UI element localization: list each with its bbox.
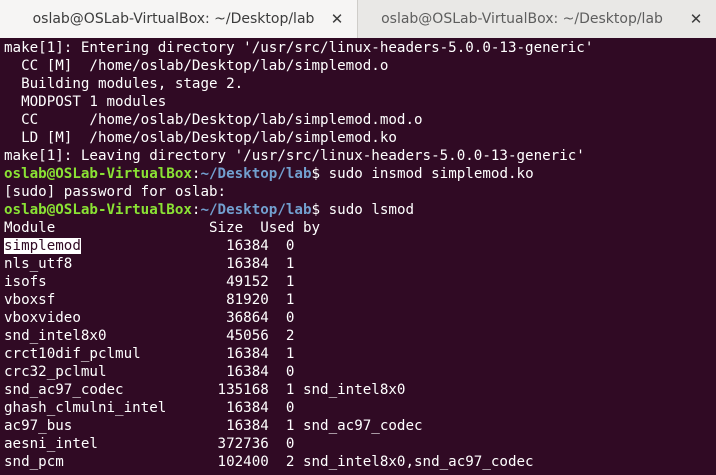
output-line: make[1]: Leaving directory '/usr/src/lin… — [4, 148, 585, 164]
prompt-symbol: $ — [311, 166, 329, 182]
prompt-line: oslab@OSLab-VirtualBox:~/Desktop/lab$ su… — [4, 165, 534, 183]
prompt-user: oslab@OSLab-VirtualBox — [4, 166, 192, 182]
module-stats: 45056 2 — [106, 328, 295, 344]
lsmod-row: snd_ac97_codec 135168 1 snd_intel8x0 — [4, 381, 405, 399]
lsmod-row: nls_utf8 16384 1 — [4, 255, 294, 273]
module-stats: 16384 0 — [80, 238, 295, 254]
tab-terminal-2[interactable]: oslab@OSLab-VirtualBox: ~/Desktop/lab ✕ — [358, 0, 716, 38]
module-name: snd_intel8x0 — [4, 328, 107, 344]
module-stats: 102400 2 snd_intel8x0,snd_ac97_codec — [63, 454, 534, 470]
tab-title: oslab@OSLab-VirtualBox: ~/Desktop/lab — [32, 11, 315, 27]
module-name: snd_pcm — [4, 454, 64, 470]
prompt-path: ~/Desktop/lab — [200, 202, 312, 218]
output-line: CC [M] /home/oslab/Desktop/lab/simplemod… — [4, 58, 389, 74]
prompt-line: oslab@OSLab-VirtualBox:~/Desktop/lab$ su… — [4, 201, 414, 219]
lsmod-header: Module Size Used by — [4, 220, 321, 236]
tab-title: oslab@OSLab-VirtualBox: ~/Desktop/lab — [381, 11, 663, 27]
module-stats: 16384 0 — [106, 364, 295, 380]
output-line: CC /home/oslab/Desktop/lab/simplemod.mod… — [4, 112, 423, 128]
module-stats: 135168 1 snd_intel8x0 — [123, 382, 406, 398]
selected-module-name[interactable]: simplemod — [4, 238, 81, 254]
lsmod-row: vboxsf 81920 1 — [4, 291, 294, 309]
module-name: snd_ac97_codec — [4, 382, 124, 398]
output-line: make[1]: Entering directory '/usr/src/li… — [4, 40, 594, 56]
sudo-prompt: [sudo] password for oslab: — [4, 184, 227, 200]
output-line: LD [M] /home/oslab/Desktop/lab/simplemod… — [4, 130, 397, 146]
lsmod-row: ac97_bus 16384 1 snd_ac97_codec — [4, 417, 423, 435]
lsmod-row: ghash_clmulni_intel 16384 0 — [4, 399, 294, 417]
module-name: nls_utf8 — [4, 256, 73, 272]
module-stats: 16384 0 — [166, 400, 295, 416]
tab-bar: oslab@OSLab-VirtualBox: ~/Desktop/lab ✕ … — [0, 0, 716, 39]
command-text: sudo lsmod — [328, 202, 415, 218]
module-name: ghash_clmulni_intel — [4, 400, 167, 416]
lsmod-row: crct10dif_pclmul 16384 1 — [4, 345, 294, 363]
module-name: crct10dif_pclmul — [4, 346, 141, 362]
module-name: vboxsf — [4, 292, 56, 308]
module-stats: 372736 0 — [97, 436, 295, 452]
module-stats: 36864 0 — [80, 310, 295, 326]
lsmod-row: crc32_pclmul 16384 0 — [4, 363, 294, 381]
lsmod-row: simplemod 16384 0 — [4, 237, 294, 255]
prompt-symbol: $ — [311, 202, 329, 218]
output-line: Building modules, stage 2. — [4, 76, 244, 92]
close-icon[interactable]: ✕ — [686, 9, 706, 29]
module-name: ac97_bus — [4, 418, 73, 434]
prompt-path: ~/Desktop/lab — [200, 166, 312, 182]
prompt-user: oslab@OSLab-VirtualBox — [4, 202, 192, 218]
module-stats: 49152 1 — [46, 274, 295, 290]
close-icon[interactable]: ✕ — [327, 9, 347, 29]
lsmod-row: snd_intel8x0 45056 2 — [4, 327, 294, 345]
module-name: crc32_pclmul — [4, 364, 107, 380]
module-name: vboxvideo — [4, 310, 81, 326]
module-stats: 16384 1 — [140, 346, 295, 362]
lsmod-row: aesni_intel 372736 0 — [4, 435, 294, 453]
lsmod-row: snd_pcm 102400 2 snd_intel8x0,snd_ac97_c… — [4, 453, 534, 471]
command-text: sudo insmod simplemod.ko — [328, 166, 534, 182]
terminal-output[interactable]: make[1]: Entering directory '/usr/src/li… — [0, 38, 716, 475]
module-name: aesni_intel — [4, 436, 98, 452]
lsmod-row: isofs 49152 1 — [4, 273, 294, 291]
module-stats: 16384 1 — [72, 256, 295, 272]
module-stats: 81920 1 — [55, 292, 295, 308]
tab-terminal-1[interactable]: oslab@OSLab-VirtualBox: ~/Desktop/lab ✕ — [0, 0, 358, 38]
lsmod-row: vboxvideo 36864 0 — [4, 309, 294, 327]
module-stats: 16384 1 snd_ac97_codec — [72, 418, 423, 434]
module-name: isofs — [4, 274, 47, 290]
output-line: MODPOST 1 modules — [4, 94, 167, 110]
